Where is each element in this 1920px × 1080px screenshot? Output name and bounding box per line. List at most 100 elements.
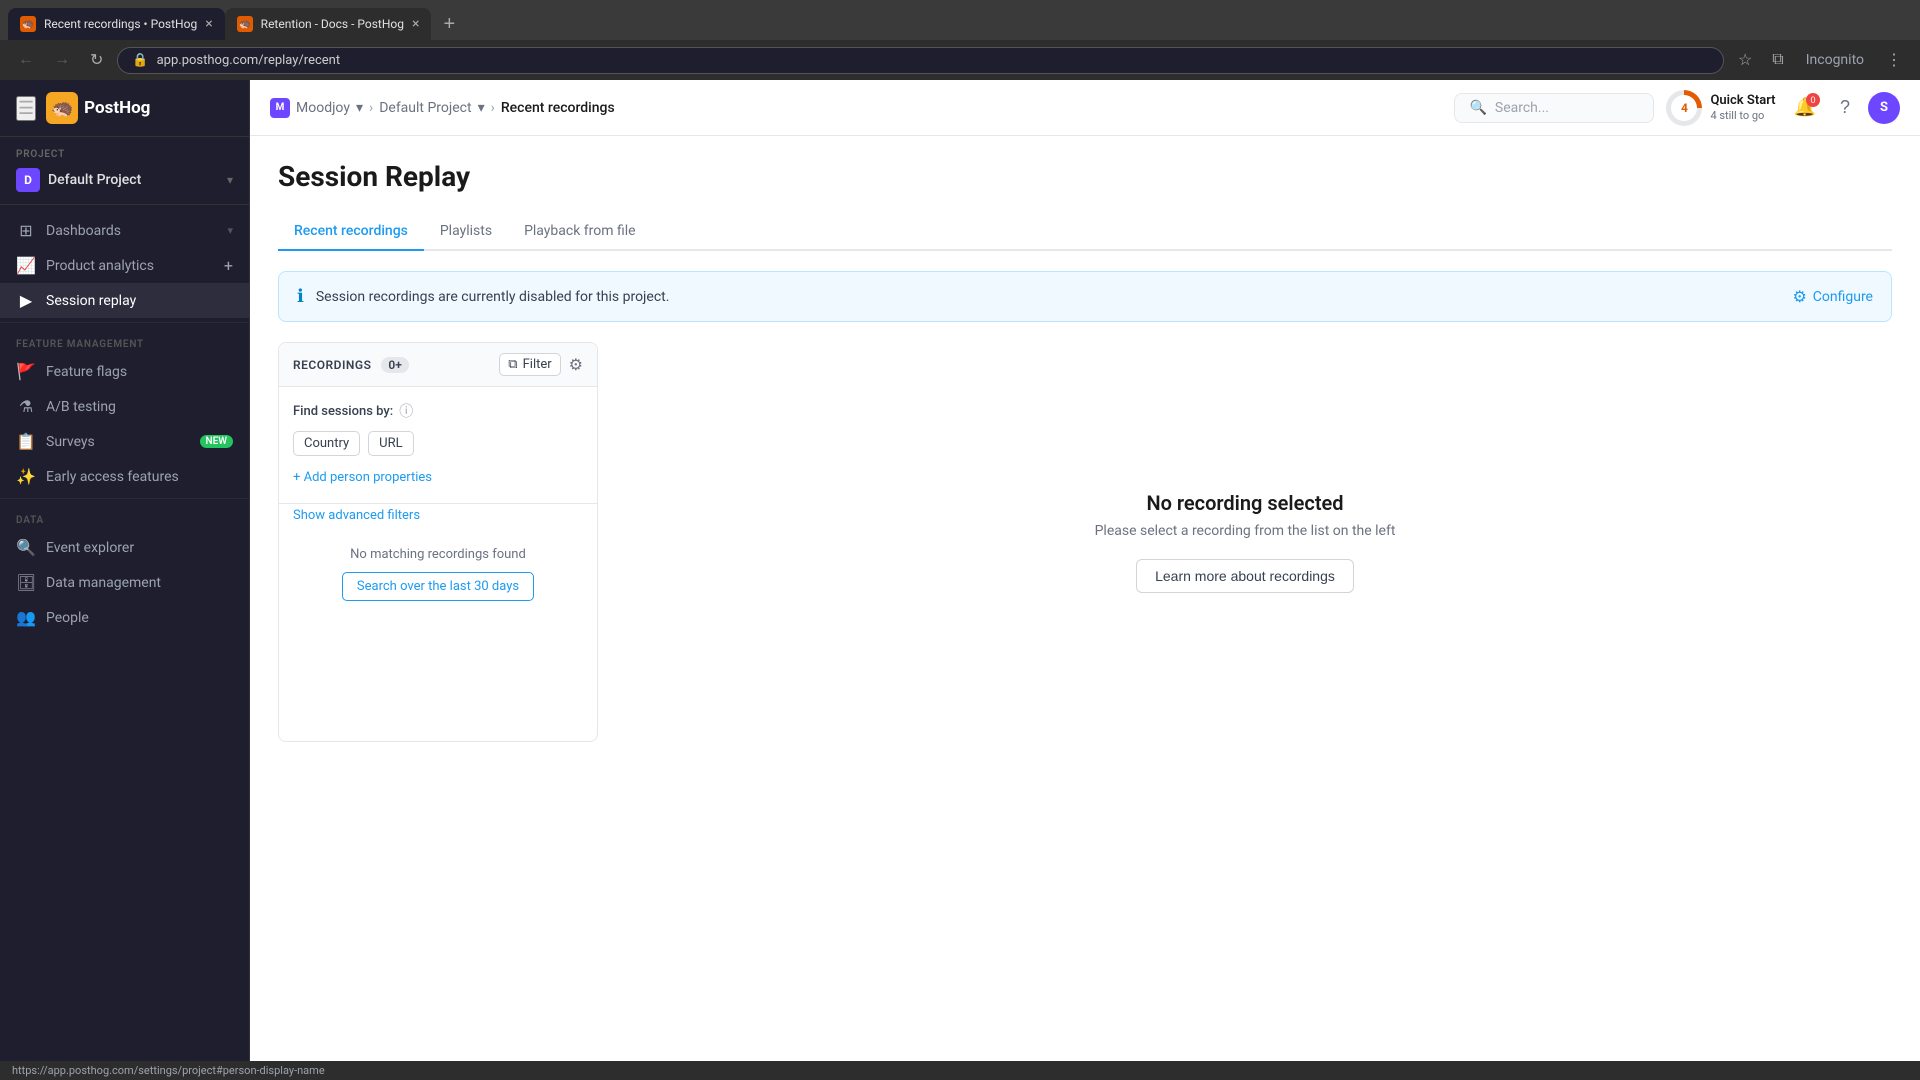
sidebar-item-early-access[interactable]: ✨ Early access features — [0, 459, 249, 494]
posthog-logo: 🦔 PostHog — [46, 92, 150, 124]
project-section: PROJECT D Default Project ▾ — [0, 137, 249, 205]
people-label: People — [46, 610, 233, 626]
help-button[interactable]: ? — [1834, 91, 1856, 124]
sidebar-header: ☰ 🦔 PostHog — [0, 80, 249, 137]
search-30-days-button[interactable]: Search over the last 30 days — [342, 572, 534, 601]
recordings-settings-button[interactable]: ⚙ — [569, 355, 583, 374]
status-url: https://app.posthog.com/settings/project… — [12, 1064, 325, 1077]
sidebar-item-dashboards[interactable]: ⊞ Dashboards ▾ — [0, 213, 249, 248]
tab-bar: 🦔 Recent recordings • PostHog × 🦔 Retent… — [0, 0, 1920, 40]
breadcrumb-project[interactable]: Default Project ▾ — [379, 100, 484, 116]
surveys-new-badge: NEW — [200, 435, 234, 448]
show-advanced-filters-button[interactable]: Show advanced filters — [279, 504, 597, 527]
data-management-icon: 🗄 — [16, 573, 36, 592]
event-explorer-icon: 🔍 — [16, 538, 36, 557]
new-tab-button[interactable]: + — [435, 9, 463, 40]
quick-start-step-count: 4 — [1671, 95, 1697, 121]
ab-testing-label: A/B testing — [46, 399, 233, 415]
sidebar-item-event-explorer[interactable]: 🔍 Event explorer — [0, 530, 249, 565]
browser-chrome: 🦔 Recent recordings • PostHog × 🦔 Retent… — [0, 0, 1920, 80]
user-avatar[interactable]: S — [1868, 92, 1900, 124]
quick-start-progress: 4 — [1666, 90, 1702, 126]
tab-favicon-2: 🦔 — [237, 16, 253, 32]
data-section-label: DATA — [0, 503, 249, 530]
project-section-label: PROJECT — [16, 149, 233, 160]
find-sessions-info-icon[interactable]: ⓘ — [399, 401, 413, 421]
extension-button[interactable]: ⧉ — [1766, 47, 1789, 73]
add-person-properties-button[interactable]: + Add person properties — [293, 466, 583, 489]
tab-2[interactable]: 🦔 Retention - Docs - PostHog × — [225, 8, 432, 40]
address-bar[interactable]: 🔒 app.posthog.com/replay/recent — [117, 47, 1724, 74]
back-button[interactable]: ← — [12, 47, 40, 73]
app-container: ☰ 🦔 PostHog PROJECT D Default Project ▾ … — [0, 80, 1920, 1061]
filter-tags-container: Country URL — [293, 431, 583, 456]
bookmark-button[interactable]: ☆ — [1732, 46, 1758, 74]
tab-close-1[interactable]: × — [205, 16, 212, 32]
find-sessions-label: Find sessions by: ⓘ — [293, 401, 583, 421]
tab-playback-from-file[interactable]: Playback from file — [508, 213, 652, 251]
recordings-panel-header: RECORDINGS 0+ ⧉ Filter ⚙ — [279, 343, 597, 387]
nav-divider-2 — [0, 498, 249, 499]
sidebar-item-feature-flags[interactable]: 🚩 Feature flags — [0, 354, 249, 389]
no-recordings-message: No matching recordings found — [299, 547, 577, 562]
nav-bar: ← → ↻ 🔒 app.posthog.com/replay/recent ☆ … — [0, 40, 1920, 80]
product-analytics-label: Product analytics — [46, 258, 214, 274]
breadcrumb-sep-1: › — [369, 100, 373, 116]
quick-start-widget[interactable]: 4 Quick Start 4 still to go — [1666, 90, 1775, 126]
dashboards-icon: ⊞ — [16, 221, 36, 240]
product-analytics-icon: 📈 — [16, 256, 36, 275]
sidebar-item-ab-testing[interactable]: ⚗ A/B testing — [0, 389, 249, 424]
configure-button[interactable]: ⚙ Configure — [1792, 287, 1873, 306]
data-management-label: Data management — [46, 575, 233, 591]
tab-playlists[interactable]: Playlists — [424, 213, 508, 251]
add-insight-icon[interactable]: + — [224, 256, 233, 275]
alert-banner: ℹ Session recordings are currently disab… — [278, 271, 1892, 322]
breadcrumb-sep-2: › — [491, 100, 495, 116]
people-icon: 👥 — [16, 608, 36, 627]
notifications-button[interactable]: 🔔 0 — [1788, 91, 1822, 124]
search-bar[interactable]: 🔍 Search... — [1454, 93, 1654, 123]
sidebar-item-product-analytics[interactable]: 📈 Product analytics + — [0, 248, 249, 283]
breadcrumb-current: Recent recordings — [501, 100, 615, 116]
filter-button[interactable]: ⧉ Filter — [499, 353, 560, 376]
dashboards-chevron-icon: ▾ — [227, 224, 233, 237]
tab-close-2[interactable]: × — [412, 16, 419, 32]
forward-button[interactable]: → — [48, 47, 76, 73]
session-replay-label: Session replay — [46, 293, 233, 309]
sidebar: ☰ 🦔 PostHog PROJECT D Default Project ▾ … — [0, 80, 250, 1061]
project-selector[interactable]: D Default Project ▾ — [16, 168, 233, 192]
lock-icon: 🔒 — [132, 53, 148, 68]
sidebar-nav: ⊞ Dashboards ▾ 📈 Product analytics + ▶ S… — [0, 205, 249, 643]
advanced-filters-section: Show advanced filters — [279, 504, 597, 527]
tab-recent-recordings[interactable]: Recent recordings — [278, 213, 424, 251]
sidebar-item-people[interactable]: 👥 People — [0, 600, 249, 635]
learn-more-recordings-button[interactable]: Learn more about recordings — [1136, 559, 1354, 593]
configure-label: Configure — [1813, 289, 1873, 305]
menu-toggle-button[interactable]: ☰ — [16, 96, 36, 121]
no-recordings-state: No matching recordings found Search over… — [279, 527, 597, 621]
right-panel: No recording selected Please select a re… — [598, 342, 1892, 742]
menu-button[interactable]: ⋮ — [1880, 46, 1908, 74]
find-sessions-text: Find sessions by: — [293, 404, 393, 419]
early-access-icon: ✨ — [16, 467, 36, 486]
org-avatar: M — [270, 98, 290, 118]
find-sessions-section: Find sessions by: ⓘ Country URL + Add pe… — [279, 387, 597, 504]
feature-flags-label: Feature flags — [46, 364, 233, 380]
sidebar-item-session-replay[interactable]: ▶ Session replay — [0, 283, 249, 318]
reload-button[interactable]: ↻ — [84, 46, 109, 74]
alert-message: Session recordings are currently disable… — [316, 289, 1781, 305]
sidebar-item-surveys[interactable]: 📋 Surveys NEW — [0, 424, 249, 459]
quick-start-subtitle: 4 still to go — [1710, 109, 1775, 122]
page-content: Session Replay Recent recordings Playlis… — [250, 136, 1920, 1061]
project-breadcrumb-name: Default Project — [379, 100, 471, 116]
alert-info-icon: ℹ — [297, 286, 304, 307]
dashboards-label: Dashboards — [46, 223, 217, 239]
filter-tag-url[interactable]: URL — [368, 431, 413, 456]
filter-tag-country[interactable]: Country — [293, 431, 360, 456]
recordings-count-badge: 0+ — [381, 357, 408, 373]
tab-1[interactable]: 🦔 Recent recordings • PostHog × — [8, 8, 225, 40]
feature-flags-icon: 🚩 — [16, 362, 36, 381]
sidebar-item-data-management[interactable]: 🗄 Data management — [0, 565, 249, 600]
breadcrumb-org[interactable]: M Moodjoy ▾ — [270, 98, 363, 118]
project-name: Default Project — [48, 172, 141, 188]
